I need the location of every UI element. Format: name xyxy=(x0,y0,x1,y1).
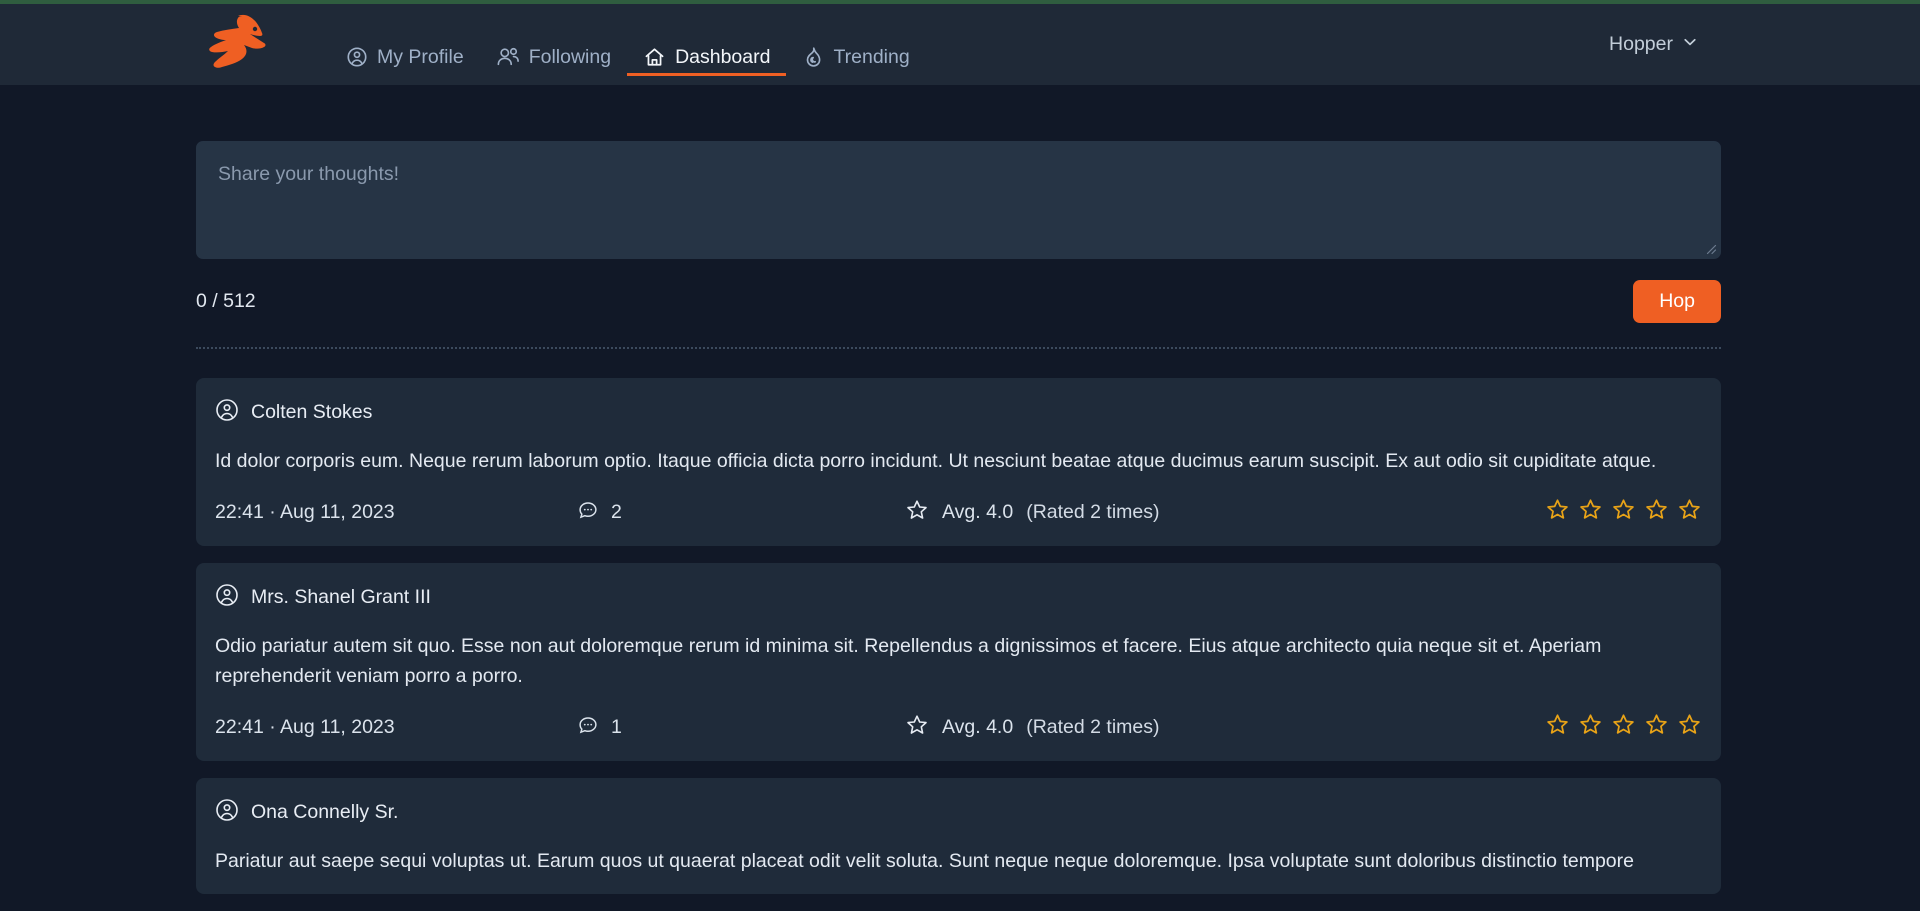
rate-star-4[interactable] xyxy=(1644,497,1669,528)
post-comment-count: 1 xyxy=(611,716,622,738)
post-timestamp: 22:41 · Aug 11, 2023 xyxy=(215,501,395,523)
post-card: Ona Connelly Sr. Pariatur aut saepe sequ… xyxy=(196,778,1721,894)
rate-star-1[interactable] xyxy=(1545,712,1570,743)
character-counter: 0 / 512 xyxy=(196,289,256,312)
post-comment-count: 2 xyxy=(611,501,622,523)
composer xyxy=(196,141,1721,259)
post-rating-summary: Avg. 4.0 (Rated 2 times) xyxy=(905,498,1160,528)
rate-star-5[interactable] xyxy=(1677,497,1702,528)
rate-star-1[interactable] xyxy=(1545,497,1570,528)
rate-star-2[interactable] xyxy=(1578,712,1603,743)
rate-star-3[interactable] xyxy=(1611,497,1636,528)
post-body-text: Odio pariatur autem sit quo. Esse non au… xyxy=(215,635,1602,687)
post-header: Mrs. Shanel Grant III xyxy=(215,583,1702,612)
post-body-text: Id dolor corporis eum. Neque rerum labor… xyxy=(215,450,1657,472)
post-rating-input[interactable] xyxy=(1545,712,1702,743)
post-rating-average: Avg. 4.0 xyxy=(942,501,1014,523)
avatar-user-icon xyxy=(215,583,239,612)
nav-item-label: My Profile xyxy=(377,45,464,68)
composer-textarea[interactable] xyxy=(196,141,1721,259)
hop-submit-button[interactable]: Hop xyxy=(1633,279,1721,323)
avatar-user-icon xyxy=(215,798,239,827)
composer-footer: 0 / 512 Hop xyxy=(196,279,1721,323)
post-author-name[interactable]: Mrs. Shanel Grant III xyxy=(251,586,431,609)
home-icon xyxy=(643,46,666,68)
post-meta-row: 22:41 · Aug 11, 2023 1 Avg. 4.0 (Rated 2… xyxy=(215,712,1702,743)
account-menu[interactable]: Hopper xyxy=(1609,33,1698,56)
nav-item-label: Trending xyxy=(833,45,910,68)
comment-bubble-icon xyxy=(577,714,599,742)
post-rating-count: (Rated 2 times) xyxy=(1026,716,1160,738)
rate-star-4[interactable] xyxy=(1644,712,1669,743)
post-author-name[interactable]: Ona Connelly Sr. xyxy=(251,801,398,824)
page-load-progress-strip xyxy=(0,0,1920,4)
post-comments-link[interactable]: 1 xyxy=(577,714,905,742)
rate-star-5[interactable] xyxy=(1677,712,1702,743)
post-rating-count: (Rated 2 times) xyxy=(1026,501,1160,523)
post-card: Colten Stokes Id dolor corporis eum. Neq… xyxy=(196,378,1721,546)
comment-bubble-icon xyxy=(577,499,599,527)
user-circle-icon xyxy=(346,46,368,68)
star-outline-icon xyxy=(905,498,929,528)
nav-item-label: Following xyxy=(528,45,612,68)
post-author-name[interactable]: Colten Stokes xyxy=(251,401,372,424)
nav-item-following[interactable]: Following xyxy=(480,4,627,85)
brand-logo[interactable] xyxy=(196,14,292,73)
rate-star-2[interactable] xyxy=(1578,497,1603,528)
post-rating-average: Avg. 4.0 xyxy=(942,716,1014,738)
content-container: 0 / 512 Hop Colten Stokes Id dolor corpo… xyxy=(196,141,1721,911)
avatar-user-icon xyxy=(215,398,239,427)
post-comments-link[interactable]: 2 xyxy=(577,499,905,527)
chevron-down-icon xyxy=(1682,33,1698,56)
nav-item-label: Dashboard xyxy=(675,45,771,68)
post-timestamp: 22:41 · Aug 11, 2023 xyxy=(215,716,395,738)
post-header: Ona Connelly Sr. xyxy=(215,798,1702,827)
nav-item-my-profile[interactable]: My Profile xyxy=(330,4,480,85)
section-divider xyxy=(196,347,1721,349)
post-meta-row: 22:41 · Aug 11, 2023 2 Avg. 4.0 (Rated 2… xyxy=(215,497,1702,528)
users-icon xyxy=(496,46,520,68)
post-feed: Colten Stokes Id dolor corporis eum. Neq… xyxy=(196,378,1721,894)
navbar: My Profile Following Dashboard Trending … xyxy=(0,4,1920,85)
star-outline-icon xyxy=(905,713,929,743)
account-menu-label: Hopper xyxy=(1609,33,1673,55)
rabbit-logo-icon xyxy=(198,12,290,77)
post-card: Mrs. Shanel Grant III Odio pariatur aute… xyxy=(196,563,1721,761)
post-header: Colten Stokes xyxy=(215,398,1702,427)
post-rating-input[interactable] xyxy=(1545,497,1702,528)
flame-icon xyxy=(802,46,824,68)
nav-item-dashboard[interactable]: Dashboard xyxy=(627,4,787,85)
nav-links: My Profile Following Dashboard Trending xyxy=(330,4,926,85)
nav-item-trending[interactable]: Trending xyxy=(786,4,925,85)
post-rating-summary: Avg. 4.0 (Rated 2 times) xyxy=(905,713,1160,743)
rate-star-3[interactable] xyxy=(1611,712,1636,743)
page-body: 0 / 512 Hop Colten Stokes Id dolor corpo… xyxy=(0,85,1920,894)
